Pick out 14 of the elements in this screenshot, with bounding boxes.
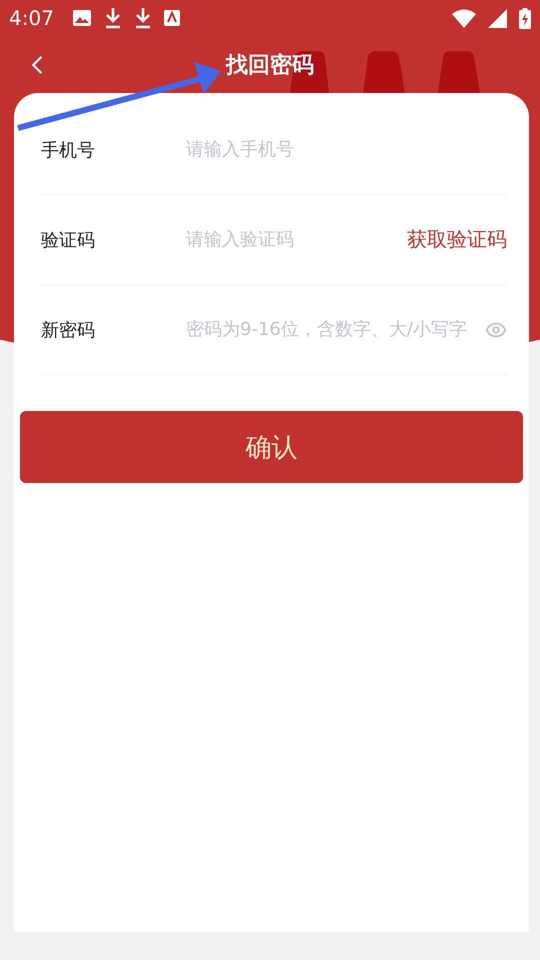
field-label: 手机号	[41, 138, 96, 162]
field-label: 新密码	[41, 318, 96, 342]
signal-icon	[488, 8, 507, 28]
wifi-icon	[452, 8, 476, 28]
battery-icon	[519, 8, 531, 28]
get-code-link[interactable]: 获取验证码	[407, 226, 507, 253]
image-icon	[72, 9, 92, 27]
download-icon	[104, 7, 122, 29]
download-icon	[134, 7, 152, 29]
confirm-button[interactable]: 确认	[20, 411, 523, 483]
page-title: 找回密码	[226, 52, 314, 80]
status-time: 4:07	[9, 6, 54, 30]
field-label: 验证码	[41, 228, 96, 252]
document-icon	[164, 10, 180, 26]
